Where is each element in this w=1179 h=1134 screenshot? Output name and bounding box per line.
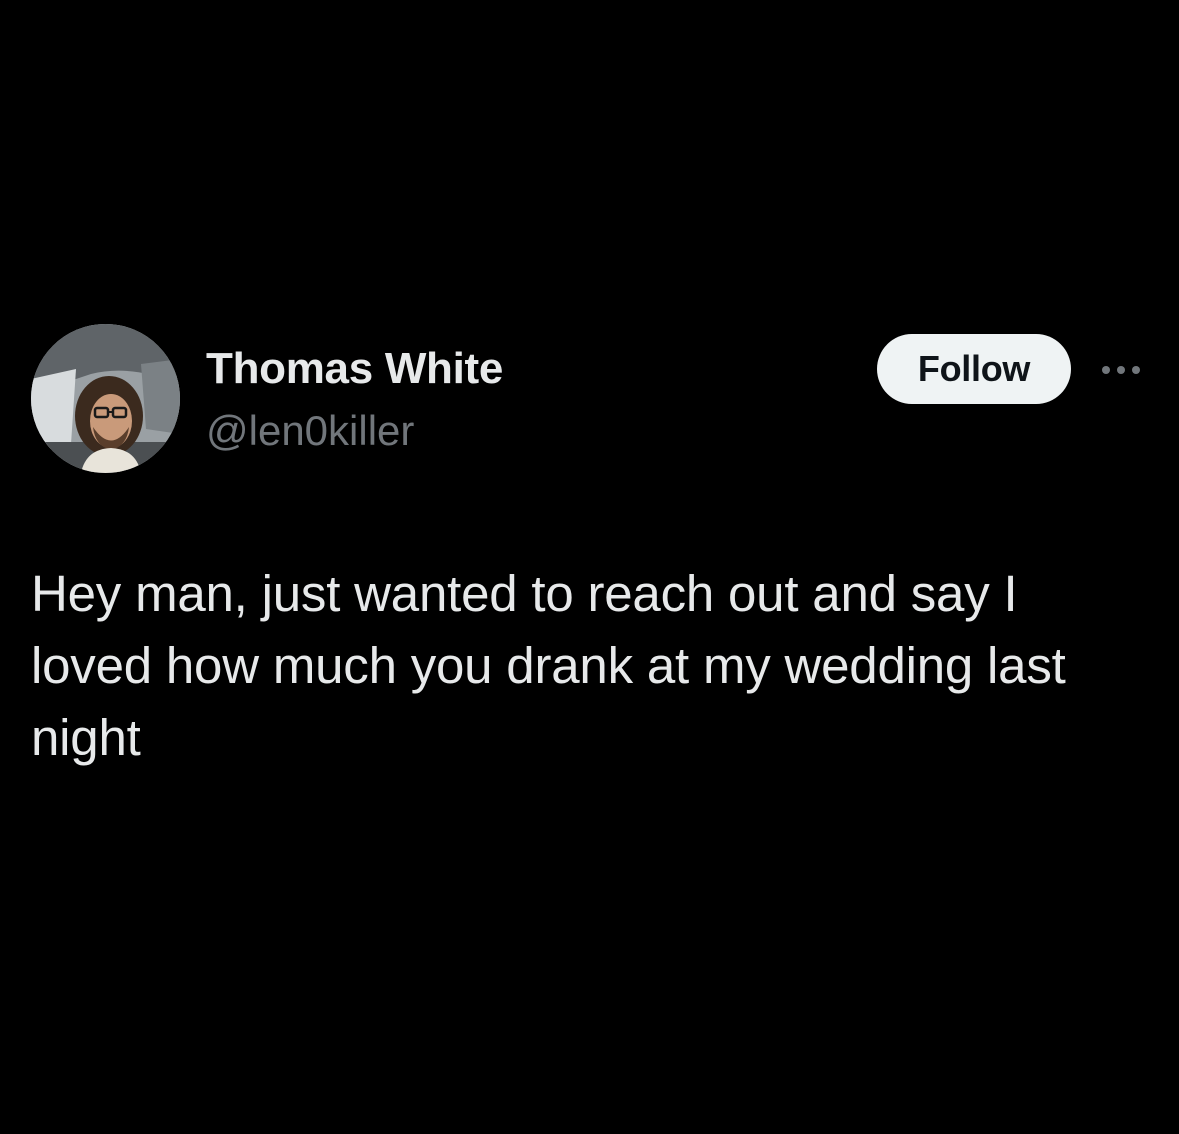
author-handle[interactable]: @len0killer [206,405,414,457]
profile-photo-icon [31,324,180,473]
avatar[interactable] [31,324,180,473]
more-horizontal-icon [1102,366,1140,374]
tweet-text: Hey man, just wanted to reach out and sa… [31,565,1066,766]
author-display-name[interactable]: Thomas White [206,343,503,395]
follow-button[interactable]: Follow [877,334,1071,404]
more-options-button[interactable] [1097,356,1145,384]
